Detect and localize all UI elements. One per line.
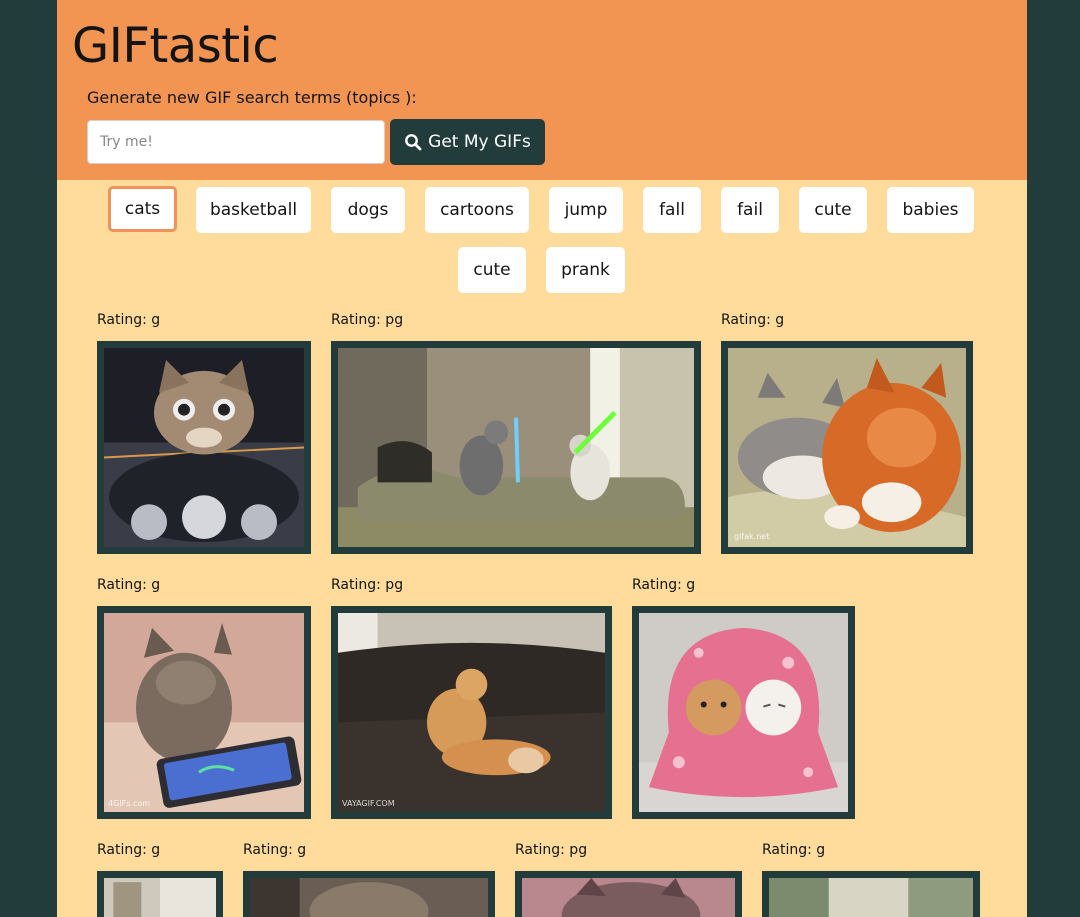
gif-image-partial[interactable] [515,871,742,917]
gif-rating: Rating: g [721,312,785,328]
gif-rating: Rating: g [97,842,161,858]
gif-rating: Rating: g [243,842,307,858]
get-gifs-button[interactable]: Get My GIFs [390,119,545,165]
gif-rating: Rating: pg [331,312,404,328]
gif-image-cats-couch[interactable]: VAYAGIF.COM [331,606,612,819]
topic-button-cats[interactable]: cats [108,186,177,232]
topic-button-jump[interactable]: jump [549,187,623,233]
gif-image-kitten-phone[interactable]: 4GIFs.com [97,606,311,819]
gif-watermark: VAYAGIF.COM [342,799,395,808]
gif-rating: Rating: g [762,842,826,858]
gif-watermark: 4GIFs.com [108,799,151,808]
gif-rating: Rating: pg [331,577,404,593]
gif-rating: Rating: pg [515,842,588,858]
gif-image-partial[interactable] [243,871,495,917]
topic-button-dogs[interactable]: dogs [331,187,405,233]
topic-button-cartoons[interactable]: cartoons [425,187,529,233]
gif-image-cats-cuddling[interactable]: gifak.net [721,341,973,554]
gif-image-cat-motorcycle[interactable] [97,341,311,554]
topic-button-fall[interactable]: fall [643,187,701,233]
page-container: GIFtastic Generate new GIF search terms … [57,0,1027,917]
gif-image-partial[interactable] [762,871,980,917]
topic-button-prank[interactable]: prank [546,247,625,293]
search-icon [404,133,422,151]
page-title: GIFtastic [72,18,279,74]
gif-rating: Rating: g [97,312,161,328]
topic-button-babies[interactable]: babies [887,187,974,233]
search-input[interactable] [87,120,385,164]
gif-image-cats-lightsabers[interactable] [331,341,701,554]
topic-button-cute-2[interactable]: cute [458,247,526,293]
gif-image-partial[interactable] [97,871,223,917]
gif-rating: Rating: g [632,577,696,593]
header: GIFtastic Generate new GIF search terms … [57,0,1027,180]
topic-button-basketball[interactable]: basketball [196,187,311,233]
gif-image-cats-blanket[interactable] [632,606,855,819]
gif-watermark: gifak.net [734,532,770,541]
gif-rating: Rating: g [97,577,161,593]
search-prompt: Generate new GIF search terms (topics ): [87,88,417,107]
topic-button-fail[interactable]: fail [721,187,779,233]
get-gifs-label: Get My GIFs [428,132,531,152]
topic-button-cute[interactable]: cute [799,187,867,233]
